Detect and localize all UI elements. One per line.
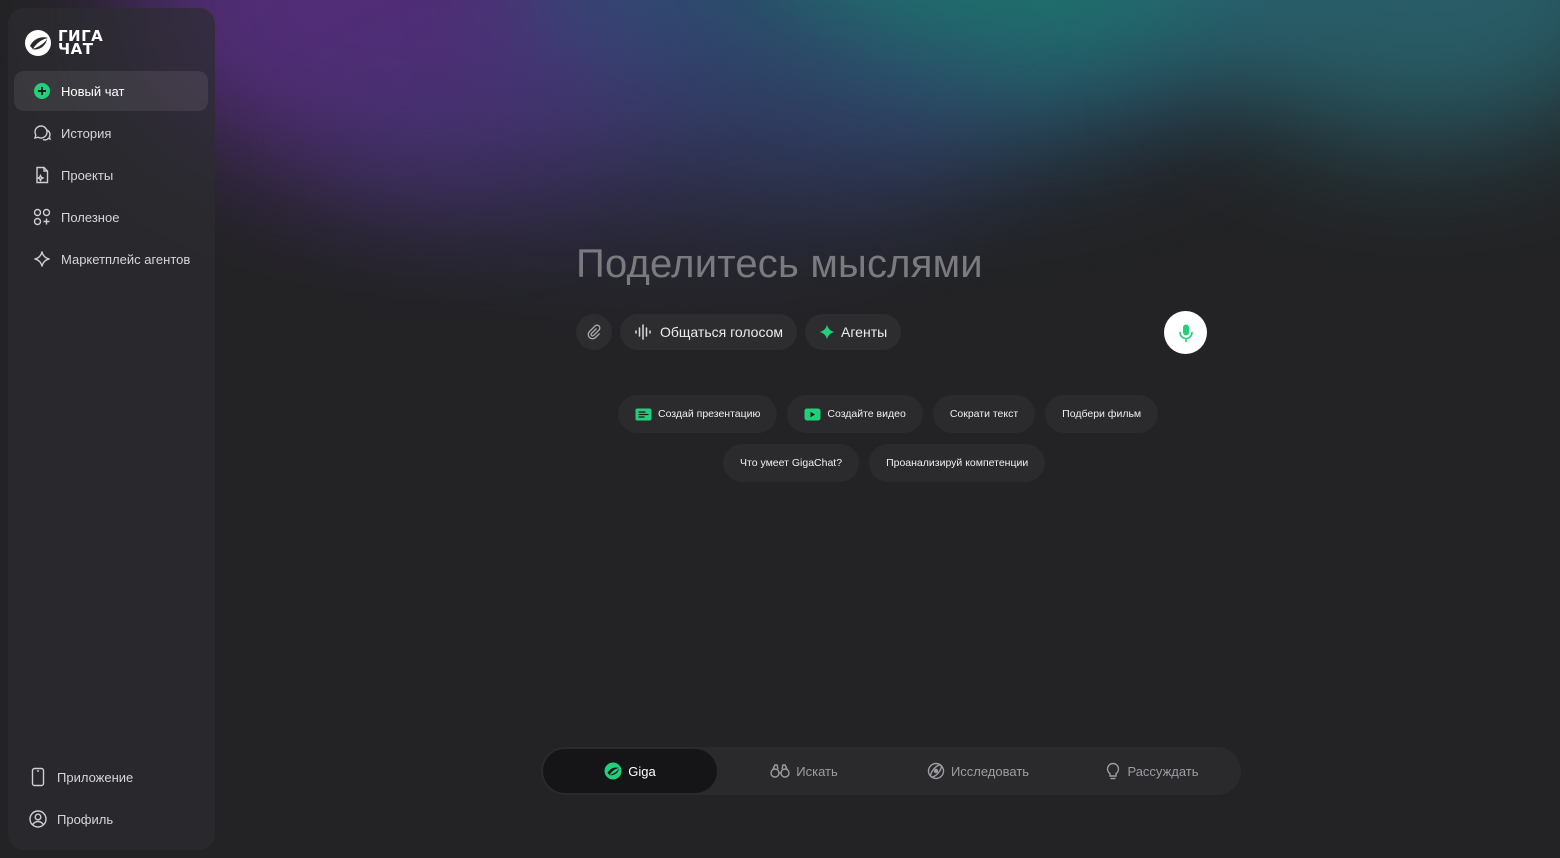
sidebar-item-label: Профиль — [57, 811, 114, 827]
suggestion-what-can-gigachat[interactable]: Что умеет GigaChat? — [723, 444, 860, 482]
waveform-icon — [635, 324, 651, 340]
suggestions-row-1: Создай презентацию Создайте видео Сократ… — [618, 395, 1159, 433]
mode-giga[interactable]: Giga — [543, 749, 717, 793]
plus-circle-icon — [32, 81, 52, 101]
voice-chat-label: Общаться голосом — [660, 324, 784, 340]
sidebar-item-projects[interactable]: Проекты — [14, 155, 208, 195]
suggestion-shorten-text[interactable]: Сократи текст — [932, 395, 1036, 433]
sidebar-item-label: Полезное — [61, 209, 120, 225]
mode-reason[interactable]: Рассуждать — [1065, 749, 1239, 793]
sidebar-item-label: Маркетплейс агентов — [61, 251, 191, 267]
sidebar-item-app[interactable]: Приложение — [14, 757, 208, 797]
mode-search[interactable]: Искать — [717, 749, 891, 793]
sidebar-item-history[interactable]: История — [14, 113, 208, 153]
binoculars-icon — [770, 764, 790, 778]
paperclip-icon — [587, 324, 601, 340]
sidebar-item-label: Новый чат — [61, 83, 125, 99]
suggestions-row-2: Что умеет GigaChat? Проанализируй компет… — [723, 444, 1046, 482]
composer-toolbar: Общаться голосом Агенты — [576, 314, 902, 350]
sidebar-item-label: Проекты — [61, 167, 114, 183]
mode-research[interactable]: Исследовать — [891, 749, 1065, 793]
suggestion-pick-movie[interactable]: Подбери фильм — [1045, 395, 1159, 433]
agents-button[interactable]: Агенты — [805, 314, 902, 350]
chat-bubbles-icon — [32, 123, 52, 143]
sidebar: ГИГА ЧАТ Новый чат История Проекты Полез… — [8, 8, 215, 850]
sidebar-item-label: Приложение — [57, 769, 134, 785]
video-icon — [804, 408, 821, 420]
presentation-icon — [635, 408, 652, 420]
sidebar-item-label: История — [61, 125, 112, 141]
orbit-icon — [927, 762, 945, 780]
user-circle-icon — [28, 809, 48, 829]
gigachat-logo-icon — [25, 30, 51, 56]
voice-chat-button[interactable]: Общаться голосом — [620, 314, 798, 350]
prompt-placeholder[interactable]: Поделитесь мыслями — [576, 242, 983, 287]
sidebar-item-profile[interactable]: Профиль — [14, 799, 208, 839]
logo-text: ГИГА ЧАТ — [58, 27, 104, 58]
microphone-icon — [1178, 324, 1193, 342]
grid-plus-icon — [32, 207, 52, 227]
suggestion-create-video[interactable]: Создайте видео — [787, 395, 923, 433]
suggestion-create-presentation[interactable]: Создай презентацию — [618, 395, 778, 433]
attach-button[interactable] — [576, 314, 612, 350]
sidebar-item-agents-marketplace[interactable]: Маркетплейс агентов — [14, 239, 208, 279]
microphone-button[interactable] — [1164, 311, 1207, 354]
suggestion-analyze-competencies[interactable]: Проанализируй компетенции — [869, 444, 1046, 482]
sparkle-icon — [32, 249, 52, 269]
giga-logo-icon — [604, 762, 622, 780]
agents-label: Агенты — [841, 324, 888, 340]
document-sparkle-icon — [32, 165, 52, 185]
phone-icon — [28, 767, 48, 787]
lightbulb-icon — [1107, 762, 1120, 780]
sparkle-icon — [819, 324, 835, 340]
gigachat-logo[interactable]: ГИГА ЧАТ — [24, 26, 103, 60]
sidebar-item-new-chat[interactable]: Новый чат — [14, 71, 208, 111]
sidebar-item-useful[interactable]: Полезное — [14, 197, 208, 237]
mode-switcher: Giga Искать Исследовать Рассуждать — [541, 747, 1241, 795]
